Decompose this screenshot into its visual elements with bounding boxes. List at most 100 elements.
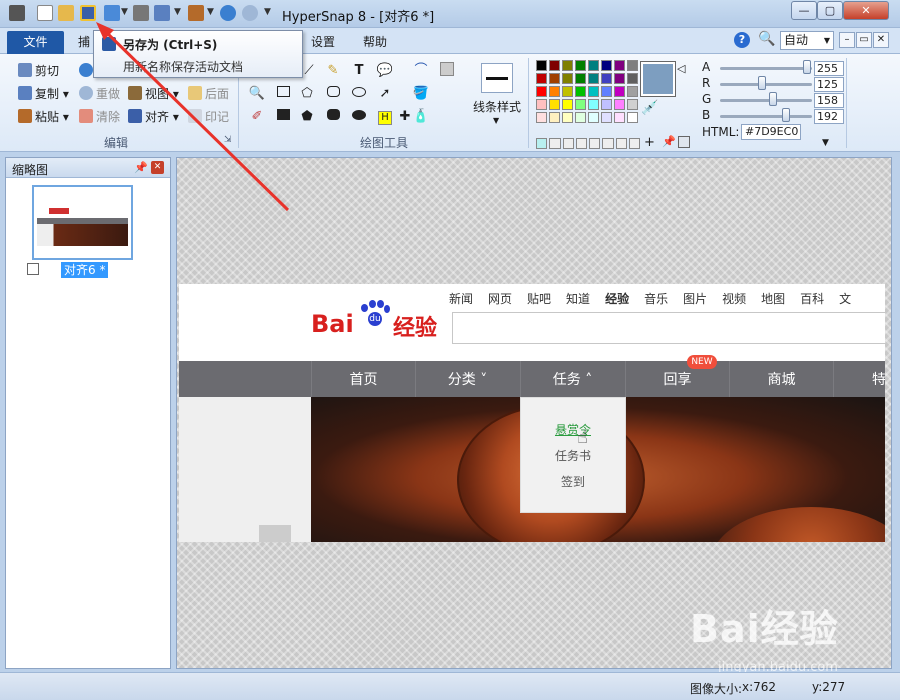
green-slider-thumb[interactable] xyxy=(769,92,777,106)
palette-swatch[interactable] xyxy=(588,73,599,84)
swap-colors-icon[interactable]: ◁ xyxy=(677,62,685,75)
mdi-close-button[interactable]: ✕ xyxy=(873,32,889,48)
paste-button[interactable]: 粘贴 ▾ xyxy=(18,108,69,126)
palette-swatch[interactable] xyxy=(536,99,547,110)
red-slider[interactable] xyxy=(720,83,812,86)
alpha-slider[interactable] xyxy=(720,67,812,70)
view-button[interactable]: 视图 ▾ xyxy=(128,85,179,103)
tab-settings[interactable]: 设置 xyxy=(305,31,341,54)
open-folder-icon[interactable] xyxy=(58,5,74,21)
mdi-minimize-button[interactable]: – xyxy=(839,32,855,48)
line-style-icon[interactable] xyxy=(481,63,513,93)
palette-swatch[interactable] xyxy=(562,112,573,123)
palette-swatch[interactable] xyxy=(562,86,573,97)
blue-slider-thumb[interactable] xyxy=(782,108,790,122)
color-palette[interactable] xyxy=(536,60,640,126)
html-color-field[interactable]: #7D9EC0 xyxy=(741,124,801,140)
app-camera-icon[interactable] xyxy=(9,5,25,21)
chevron-down-icon[interactable]: ▼ xyxy=(174,7,181,17)
palette-swatch[interactable] xyxy=(614,60,625,71)
filled-polygon-tool-icon[interactable]: ⬟ xyxy=(298,108,316,126)
fill-color-icon[interactable] xyxy=(438,62,456,80)
chevron-down-icon[interactable]: ▼ xyxy=(264,7,271,17)
thumbnail-checkbox[interactable] xyxy=(27,263,39,275)
palette-settings-icon[interactable] xyxy=(678,136,690,148)
palette-swatch[interactable] xyxy=(575,60,586,71)
maximize-button[interactable]: ▢ xyxy=(817,1,843,20)
add-color-icon[interactable]: + xyxy=(644,135,655,150)
blue-slider[interactable] xyxy=(720,115,812,118)
palette-swatch[interactable] xyxy=(575,73,586,84)
palette-swatch[interactable] xyxy=(575,99,586,110)
palette-swatch[interactable] xyxy=(601,86,612,97)
palette-swatch[interactable] xyxy=(601,73,612,84)
align-button[interactable]: 对齐 ▾ xyxy=(128,108,179,126)
palette-swatch[interactable] xyxy=(627,86,638,97)
callout-tool-icon[interactable]: 💬 xyxy=(376,62,394,80)
palette-swatch[interactable] xyxy=(614,99,625,110)
rounded-rect-tool-icon[interactable] xyxy=(324,85,342,103)
zoom-select[interactable]: 自动 ▼ xyxy=(780,31,834,50)
palette-swatch[interactable] xyxy=(601,99,612,110)
eraser-tool-icon[interactable]: ✐ xyxy=(248,108,266,126)
palette-swatch[interactable] xyxy=(562,99,573,110)
palette-swatch[interactable] xyxy=(536,60,547,71)
alpha-value[interactable]: 255 xyxy=(814,61,844,76)
save-as-icon[interactable] xyxy=(80,5,96,21)
palette-swatch[interactable] xyxy=(627,112,638,123)
filled-rounded-rect-icon[interactable] xyxy=(324,108,342,126)
blue-value[interactable]: 192 xyxy=(814,109,844,124)
filled-rect-tool-icon[interactable] xyxy=(274,108,292,126)
image-canvas[interactable]: 新闻 网页 贴吧 知道 经验 音乐 图片 视频 地图 百科文 Bai du 经验 首页 分类 ˅ … xyxy=(176,157,892,669)
green-value[interactable]: 158 xyxy=(814,93,844,108)
mdi-restore-button[interactable]: ▭ xyxy=(856,32,872,48)
pin-icon[interactable]: 📌 xyxy=(662,135,676,148)
minimize-button[interactable]: — xyxy=(791,1,817,20)
palette-swatch[interactable] xyxy=(614,73,625,84)
upload-icon[interactable] xyxy=(104,5,120,21)
eyedropper-icon[interactable]: 💉 xyxy=(641,100,658,116)
palette-swatch[interactable] xyxy=(614,112,625,123)
palette-swatch[interactable] xyxy=(549,112,560,123)
foreground-color-swatch[interactable] xyxy=(640,61,676,97)
clear-button[interactable]: 清除 xyxy=(79,108,120,126)
palette-swatch[interactable] xyxy=(601,112,612,123)
palette-swatch[interactable] xyxy=(588,86,599,97)
chevron-down-icon[interactable]: ▼ xyxy=(493,116,499,125)
thumbnail-item[interactable] xyxy=(32,185,133,260)
palette-swatch[interactable] xyxy=(549,99,560,110)
cut-button[interactable]: 剪切 xyxy=(18,62,59,80)
highlight-tool-icon[interactable]: H xyxy=(376,108,394,126)
help-icon[interactable]: ? xyxy=(734,32,750,48)
palette-swatch[interactable] xyxy=(627,73,638,84)
palette-swatch[interactable] xyxy=(549,86,560,97)
undo-icon[interactable] xyxy=(220,5,236,21)
spray-tool-icon[interactable]: 🧴 xyxy=(412,108,430,126)
red-slider-thumb[interactable] xyxy=(758,76,766,90)
text-tool-icon[interactable]: T xyxy=(350,62,368,80)
palette-swatch[interactable] xyxy=(549,60,560,71)
clipboard-icon[interactable] xyxy=(188,5,204,21)
palette-swatch[interactable] xyxy=(562,73,573,84)
tab-file[interactable]: 文件 xyxy=(7,31,64,54)
polygon-tool-icon[interactable]: ⬠ xyxy=(298,85,316,103)
dialog-launcher-icon[interactable]: ⇲ xyxy=(224,135,232,145)
palette-swatch[interactable] xyxy=(627,99,638,110)
palette-swatch[interactable] xyxy=(575,112,586,123)
copy-button[interactable]: 复制 ▾ xyxy=(18,85,69,103)
custom-color-strip[interactable] xyxy=(536,138,640,149)
palette-swatch[interactable] xyxy=(549,73,560,84)
alpha-slider-thumb[interactable] xyxy=(803,60,811,74)
palette-swatch[interactable] xyxy=(588,60,599,71)
new-document-icon[interactable] xyxy=(37,5,53,21)
pencil-tool-icon[interactable]: ✎ xyxy=(324,62,342,80)
arc-tool-icon[interactable]: ⌒ xyxy=(412,62,430,80)
palette-swatch[interactable] xyxy=(601,60,612,71)
window-capture-icon[interactable] xyxy=(154,5,170,21)
pin-icon[interactable]: 📌 xyxy=(134,161,148,174)
line-style-label[interactable]: 线条样式 xyxy=(473,98,521,115)
stamp-button[interactable]: 印记 xyxy=(188,108,229,126)
palette-swatch[interactable] xyxy=(536,112,547,123)
paint-bucket-icon[interactable]: 🪣 xyxy=(412,85,430,103)
close-button[interactable]: ✕ xyxy=(843,1,889,20)
